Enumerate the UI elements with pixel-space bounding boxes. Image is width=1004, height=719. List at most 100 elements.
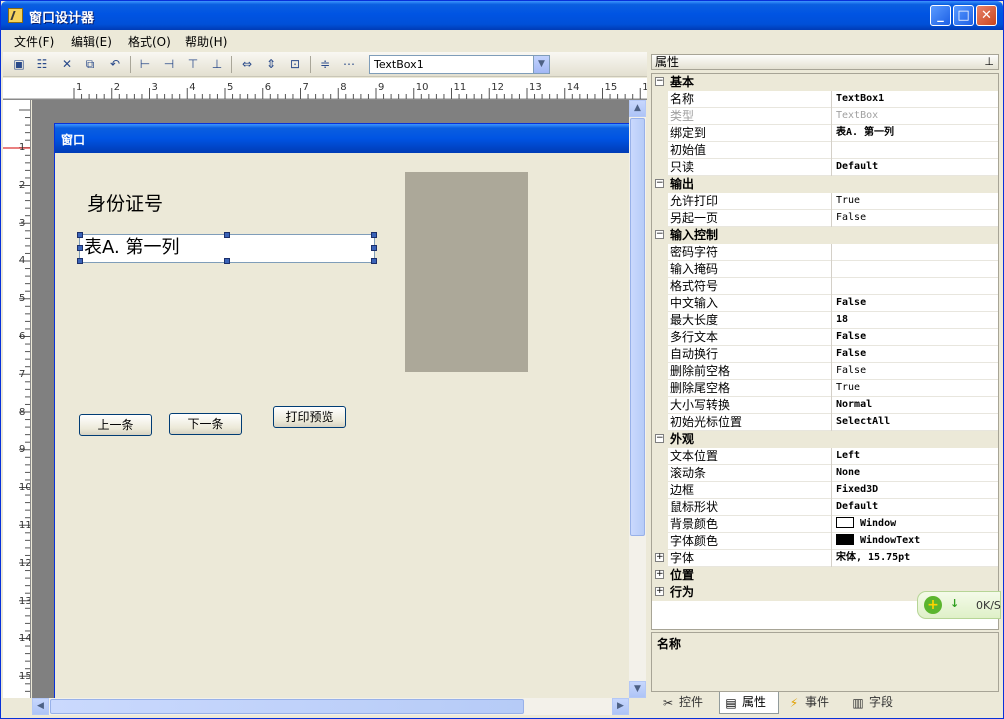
resize-handle[interactable]: [77, 245, 83, 251]
property-value[interactable]: Left: [834, 448, 860, 465]
menu-format[interactable]: 格式(O): [128, 33, 171, 50]
property-value[interactable]: [834, 261, 836, 278]
align-left-icon[interactable]: ⊢: [137, 56, 153, 72]
property-value[interactable]: Window: [834, 516, 896, 533]
property-value[interactable]: Default: [834, 499, 878, 516]
minimize-button[interactable]: _: [930, 5, 951, 26]
category-position[interactable]: + 位置: [652, 567, 998, 584]
scroll-right-icon[interactable]: ▶: [612, 698, 629, 715]
resize-handle[interactable]: [77, 232, 83, 238]
picture-box[interactable]: [405, 172, 528, 372]
undo-icon[interactable]: ↶: [107, 56, 123, 72]
property-value[interactable]: False: [834, 363, 866, 380]
scroll-down-icon[interactable]: ▼: [629, 681, 646, 698]
collapse-icon[interactable]: −: [655, 230, 664, 239]
property-value[interactable]: Normal: [834, 397, 872, 414]
collapse-icon[interactable]: −: [655, 434, 664, 443]
align-right-icon[interactable]: ⊣: [161, 56, 177, 72]
tab-properties[interactable]: ▤ 属性: [719, 692, 779, 714]
property-value[interactable]: False: [834, 295, 866, 312]
property-value[interactable]: SelectAll: [834, 414, 890, 431]
resize-handle[interactable]: [371, 245, 377, 251]
property-value[interactable]: [834, 142, 836, 159]
property-row-rtrim[interactable]: 删除尾空格 True: [652, 380, 998, 397]
resize-handle[interactable]: [224, 232, 230, 238]
category-input[interactable]: − 输入控制: [652, 227, 998, 244]
pin-icon[interactable]: ⊥: [984, 55, 994, 69]
design-canvas[interactable]: 窗口 身份证号 表A. 第一列 上一条 下一条 打印预览: [32, 100, 629, 698]
property-value[interactable]: 18: [834, 312, 848, 329]
property-value[interactable]: 表A. 第一列: [834, 125, 894, 142]
property-value[interactable]: False: [834, 329, 866, 346]
next-record-button[interactable]: 下一条: [169, 413, 242, 435]
chevron-down-icon[interactable]: ▼: [533, 56, 549, 73]
property-row-pwchar[interactable]: 密码字符: [652, 244, 998, 261]
expand-icon[interactable]: +: [655, 587, 664, 596]
print-preview-button[interactable]: 打印预览: [273, 406, 346, 428]
property-row-align[interactable]: 文本位置 Left: [652, 448, 998, 465]
property-row-case[interactable]: 大小写转换 Normal: [652, 397, 998, 414]
align-top-icon[interactable]: ⊤: [185, 56, 201, 72]
collapse-icon[interactable]: −: [655, 77, 664, 86]
property-row-maxlen[interactable]: 最大长度 18: [652, 312, 998, 329]
close-button[interactable]: ✕: [976, 5, 997, 26]
horizontal-scrollbar[interactable]: ◀ ▶: [32, 698, 629, 715]
property-row-wrap[interactable]: 自动换行 False: [652, 346, 998, 363]
property-row-mask[interactable]: 输入掩码: [652, 261, 998, 278]
collapse-icon[interactable]: −: [655, 179, 664, 188]
maximize-button[interactable]: □: [953, 5, 974, 26]
property-value[interactable]: [834, 244, 836, 261]
same-height-icon[interactable]: ⇕: [263, 56, 279, 72]
property-row-fgcolor[interactable]: 字体颜色 WindowText: [652, 533, 998, 550]
resize-handle[interactable]: [77, 258, 83, 264]
property-row-readonly[interactable]: 只读 Default: [652, 159, 998, 176]
resize-handle[interactable]: [371, 232, 377, 238]
category-basic[interactable]: − 基本: [652, 74, 998, 91]
property-row-type[interactable]: 类型 TextBox: [652, 108, 998, 125]
properties-icon[interactable]: ☷: [34, 56, 50, 72]
scroll-left-icon[interactable]: ◀: [32, 698, 49, 715]
property-value[interactable]: True: [834, 380, 860, 397]
property-row-scroll[interactable]: 滚动条 None: [652, 465, 998, 482]
property-row-ime[interactable]: 中文输入 False: [652, 295, 998, 312]
scroll-thumb[interactable]: [50, 699, 524, 714]
property-row-bind[interactable]: 绑定到 表A. 第一列: [652, 125, 998, 142]
property-row-multiline[interactable]: 多行文本 False: [652, 329, 998, 346]
scroll-up-icon[interactable]: ▲: [629, 100, 646, 117]
property-row-border[interactable]: 边框 Fixed3D: [652, 482, 998, 499]
property-value[interactable]: TextBox1: [834, 91, 884, 108]
property-value[interactable]: 宋体, 15.75pt: [834, 550, 910, 567]
control-selector[interactable]: TextBox1 ▼: [369, 55, 550, 74]
tab-controls[interactable]: ✂ 控件: [657, 692, 715, 714]
property-row-init[interactable]: 初始值: [652, 142, 998, 159]
tab-events[interactable]: ⚡ 事件: [783, 692, 841, 714]
property-row-allowprint[interactable]: 允许打印 True: [652, 193, 998, 210]
property-row-name[interactable]: 名称 TextBox1: [652, 91, 998, 108]
vertical-scrollbar[interactable]: ▲ ▼: [629, 100, 646, 698]
property-value[interactable]: False: [834, 210, 866, 227]
property-row-ltrim[interactable]: 删除前空格 False: [652, 363, 998, 380]
property-row-bgcolor[interactable]: 背景颜色 Window: [652, 516, 998, 533]
delete-icon[interactable]: ✕: [59, 56, 75, 72]
category-output[interactable]: − 输出: [652, 176, 998, 193]
resize-handle[interactable]: [224, 258, 230, 264]
horizontal-spacing-icon[interactable]: ⋯: [341, 56, 357, 72]
category-appearance[interactable]: − 外观: [652, 431, 998, 448]
expand-icon[interactable]: +: [655, 553, 664, 562]
align-bottom-icon[interactable]: ⊥: [209, 56, 225, 72]
property-value[interactable]: [834, 278, 836, 295]
property-row-font[interactable]: + 字体 宋体, 15.75pt: [652, 550, 998, 567]
property-row-fmt[interactable]: 格式符号: [652, 278, 998, 295]
property-value[interactable]: WindowText: [834, 533, 920, 550]
property-value[interactable]: False: [834, 346, 866, 363]
property-row-mouse[interactable]: 鼠标形状 Default: [652, 499, 998, 516]
same-size-icon[interactable]: ⊡: [287, 56, 303, 72]
resize-handle[interactable]: [371, 258, 377, 264]
menu-file[interactable]: 文件(F): [14, 33, 54, 50]
save-icon[interactable]: ▣: [11, 56, 27, 72]
property-value[interactable]: Default: [834, 159, 878, 176]
scroll-thumb[interactable]: [630, 118, 645, 536]
tab-fields[interactable]: ▥ 字段: [847, 692, 905, 714]
property-row-cursor[interactable]: 初始光标位置 SelectAll: [652, 414, 998, 431]
property-value[interactable]: TextBox: [834, 108, 878, 125]
